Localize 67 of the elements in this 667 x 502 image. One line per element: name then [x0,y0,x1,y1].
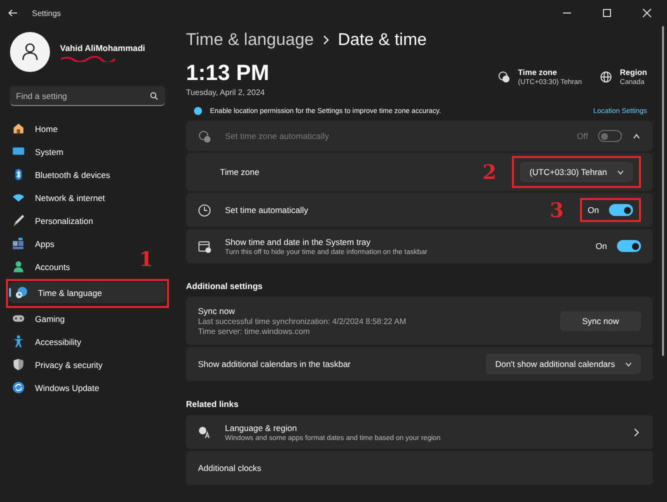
sidebar-item[interactable]: Gaming [6,308,169,329]
update-icon [12,381,25,394]
chevron-icon [322,35,330,45]
current-date: Tuesday, April 2, 2024 [186,88,266,97]
search-field[interactable]: Find a setting [10,86,165,106]
redaction-scribble [60,56,116,62]
annotation-number: 2 [482,162,496,182]
setting-label: Set time automatically [225,205,308,215]
shield-icon [12,358,25,371]
setting-label: Sync now [198,306,236,316]
toggle-state: On [596,241,607,251]
link-title: Additional clocks [198,463,262,473]
home-icon [12,122,25,135]
sidebar-item[interactable]: Time & language [9,282,166,303]
section-heading: Related links [186,399,240,409]
person-icon [12,260,25,273]
sidebar-item[interactable]: Personalization [6,210,169,231]
time-zone-dropdown[interactable]: (UTC+03:30) Tehran [520,162,633,182]
link-title: Language & region [225,422,298,432]
toggle-switch[interactable] [617,240,641,252]
setting-label: Show time and date in the System tray [225,236,372,246]
language-icon [198,426,211,438]
toggle-state: Off [576,131,588,141]
person-icon [22,43,38,61]
sidebar-item[interactable]: Bluetooth & devices [6,164,169,185]
calendar-clock-icon [198,240,211,252]
setting-label: Set time zone automatically [225,131,329,141]
annotation-number: 1 [139,249,153,269]
current-time: 1:13 PM [186,60,270,86]
setting-label: Show additional calendars in the taskbar [198,359,351,369]
breadcrumb-parent[interactable]: Time & language [186,30,314,50]
calendar-dropdown[interactable]: Don't show additional calendars [486,354,641,374]
chevron-icon [632,428,641,436]
setting-description: Time server: time.windows.com [198,327,311,336]
globe-clock-icon [15,286,28,299]
user-name: Vahid AliMohammadi [60,42,146,52]
annotation-number: 3 [550,200,564,220]
monitor-icon [12,145,25,158]
apps-icon [12,237,25,250]
toggle-state: On [588,205,599,215]
back-icon[interactable] [8,9,18,17]
section-heading: Additional settings [186,281,264,291]
sidebar-item[interactable]: System [6,141,169,162]
setting-description: Last successful time synchronization: 4/2/2024 8:58:22 AM [198,317,406,326]
sidebar-item[interactable]: Accessibility [6,331,169,352]
globe-clock-icon [198,130,211,142]
sidebar-item[interactable]: Windows Update [6,377,169,398]
window-title: Settings [32,8,61,18]
caret-icon [625,362,632,366]
related-link[interactable]: Additional clocks [186,451,653,485]
accessibility-icon [12,335,25,348]
summary-label: Region [620,68,647,77]
sidebar-item[interactable]: Network & internet [6,187,169,208]
sidebar-item[interactable]: Privacy & security [6,354,169,375]
info-icon [194,107,202,115]
page-title: Date & time [338,30,427,50]
caret-icon [617,170,624,174]
sidebar-item[interactable]: Home [6,118,169,139]
sync-now-button[interactable]: Sync now [560,311,641,331]
toggle-switch[interactable] [609,204,633,216]
summary-label: Time zone [518,68,558,77]
globe-icon [600,71,612,83]
search-icon[interactable] [150,92,158,100]
setting-label: Time zone [220,167,260,177]
globe-clock-icon [498,71,510,83]
brush-icon [12,214,25,227]
clock-icon [198,204,211,216]
